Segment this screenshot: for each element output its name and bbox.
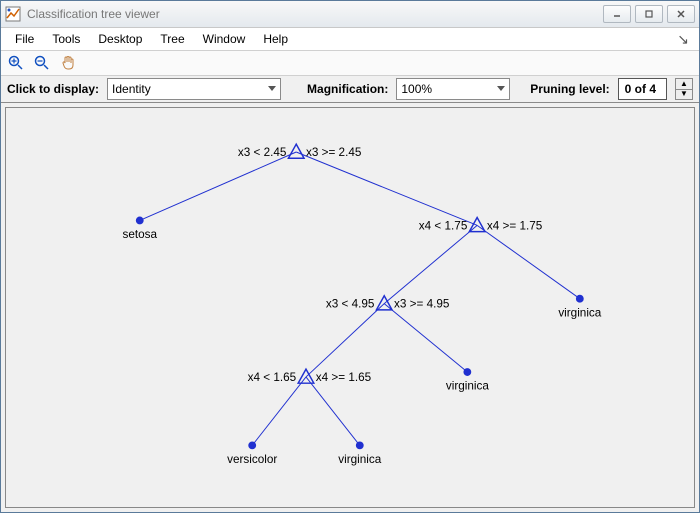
tree-svg: x3 < 2.45 x3 >= 2.45 setosa x4 < 1.75 x4 >= … bbox=[6, 108, 694, 507]
leaf-label: setosa bbox=[122, 228, 157, 241]
control-bar: Click to display: Identity Magnification… bbox=[1, 76, 699, 103]
app-window: Classification tree viewer File Tools De… bbox=[0, 0, 700, 513]
minimize-button[interactable] bbox=[603, 5, 631, 23]
mag-label: Magnification: bbox=[307, 82, 388, 96]
titlebar: Classification tree viewer bbox=[1, 1, 699, 28]
undock-icon[interactable]: ↘ bbox=[673, 31, 693, 48]
display-combo[interactable]: Identity bbox=[107, 78, 281, 100]
pan-icon[interactable] bbox=[59, 54, 77, 72]
prune-down-button[interactable]: ▼ bbox=[676, 90, 692, 100]
maximize-button[interactable] bbox=[635, 5, 663, 23]
split-right-label: x4 >= 1.65 bbox=[316, 371, 372, 384]
split-right-label: x4 >= 1.75 bbox=[487, 219, 543, 232]
prune-up-button[interactable]: ▲ bbox=[676, 79, 692, 90]
menu-window[interactable]: Window bbox=[195, 30, 254, 48]
split-left-label: x3 < 4.95 bbox=[326, 298, 375, 311]
menu-tree[interactable]: Tree bbox=[152, 30, 192, 48]
split-left-label: x4 < 1.65 bbox=[248, 371, 297, 384]
prune-value-box: 0 of 4 bbox=[618, 78, 667, 100]
leaf-node[interactable] bbox=[136, 217, 144, 225]
display-value: Identity bbox=[112, 82, 151, 96]
leaf-node[interactable] bbox=[248, 441, 256, 449]
leaf-label: versicolor bbox=[227, 453, 277, 466]
tree-canvas[interactable]: x3 < 2.45 x3 >= 2.45 setosa x4 < 1.75 x4 >= … bbox=[5, 107, 695, 508]
menubar: File Tools Desktop Tree Window Help ↘ bbox=[1, 28, 699, 51]
leaf-label: virginica bbox=[338, 453, 381, 466]
split-left-label: x3 < 2.45 bbox=[238, 146, 287, 159]
menu-help[interactable]: Help bbox=[255, 30, 296, 48]
split-right-label: x3 >= 2.45 bbox=[306, 146, 362, 159]
split-left-label: x4 < 1.75 bbox=[419, 219, 468, 232]
menu-tools[interactable]: Tools bbox=[44, 30, 88, 48]
zoom-out-icon[interactable] bbox=[33, 54, 51, 72]
prune-label: Pruning level: bbox=[530, 82, 609, 96]
leaf-node[interactable] bbox=[356, 441, 364, 449]
split-node[interactable] bbox=[288, 144, 304, 158]
leaf-node[interactable] bbox=[463, 368, 471, 376]
leaf-node[interactable] bbox=[576, 295, 584, 303]
close-button[interactable] bbox=[667, 5, 695, 23]
menu-file[interactable]: File bbox=[7, 30, 42, 48]
prune-value: 0 of 4 bbox=[625, 82, 656, 96]
toolbar bbox=[1, 51, 699, 76]
window-title: Classification tree viewer bbox=[27, 7, 603, 21]
menu-desktop[interactable]: Desktop bbox=[90, 30, 150, 48]
leaf-label: virginica bbox=[446, 380, 489, 393]
leaf-label: virginica bbox=[558, 306, 601, 319]
mag-combo[interactable]: 100% bbox=[396, 78, 510, 100]
zoom-in-icon[interactable] bbox=[7, 54, 25, 72]
split-right-label: x3 >= 4.95 bbox=[394, 298, 450, 311]
mag-value: 100% bbox=[401, 82, 432, 96]
prune-spinner: ▲ ▼ bbox=[675, 78, 693, 100]
window-controls bbox=[603, 5, 695, 23]
app-icon bbox=[5, 6, 21, 22]
display-label: Click to display: bbox=[7, 82, 99, 96]
